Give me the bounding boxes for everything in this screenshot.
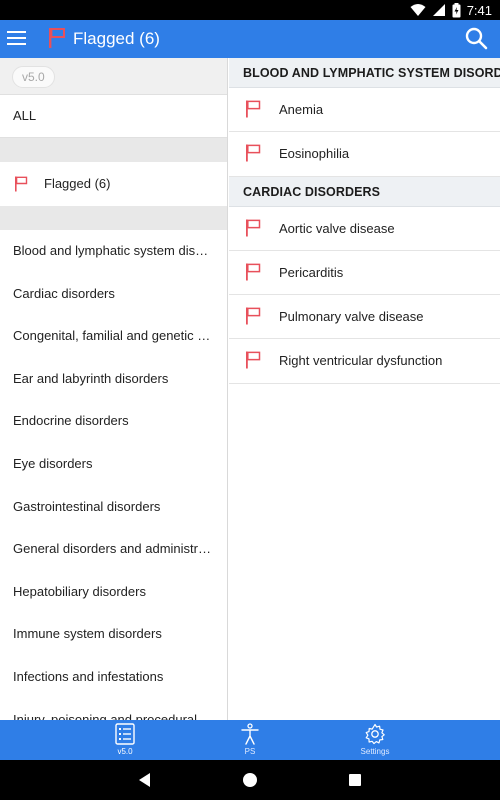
list-item-label: Right ventricular dysfunction — [279, 353, 443, 369]
list-item-label: Eosinophilia — [279, 146, 350, 162]
gear-icon — [365, 723, 385, 745]
back-icon[interactable] — [135, 770, 155, 790]
list-item-label: Pericarditis — [279, 264, 344, 280]
list-item[interactable]: Right ventricular dysfunction — [229, 339, 500, 384]
tab-v5[interactable]: v5.0 — [95, 720, 155, 760]
status-time: 7:41 — [466, 2, 492, 18]
status-icons: 7:41 — [410, 2, 492, 18]
app-bar: Flagged (6) — [0, 20, 500, 58]
list-icon — [115, 723, 135, 745]
person-icon — [241, 723, 259, 745]
flag-icon[interactable] — [245, 351, 261, 369]
signal-icon — [432, 4, 445, 16]
list-item[interactable]: Aortic valve disease — [229, 207, 500, 251]
category-list: Blood and lymphatic system disorders Car… — [0, 230, 227, 720]
tab-label: Settings — [360, 747, 390, 756]
sidebar-item-category[interactable]: Injury, poisoning and procedural complic… — [0, 699, 227, 720]
list-item[interactable]: Pulmonary valve disease — [229, 295, 500, 340]
sidebar-item-category[interactable]: General disorders and administration sit… — [0, 528, 227, 571]
sidebar-item-category[interactable]: Endocrine disorders — [0, 400, 227, 443]
system-navigation-bar — [0, 760, 500, 800]
search-icon[interactable] — [464, 26, 488, 50]
page-title: Flagged (6) — [73, 29, 160, 48]
sidebar-item-all[interactable]: ALL — [0, 94, 227, 138]
sidebar-item-flagged[interactable]: Flagged (6) — [0, 162, 227, 206]
list-item[interactable]: Anemia — [229, 88, 500, 133]
status-bar: 7:41 — [0, 0, 500, 20]
sidebar-item-category[interactable]: Congenital, familial and genetic disorde… — [0, 315, 227, 358]
list-item-label: Pulmonary valve disease — [279, 309, 424, 325]
app-root: 7:41 Flagged (6) v5.0 ALL Flagged (6) Bl… — [0, 0, 500, 800]
category-sidebar: v5.0 ALL Flagged (6) Blood and lymphatic… — [0, 58, 228, 720]
list-item[interactable]: Eosinophilia — [229, 132, 500, 177]
sidebar-item-category[interactable]: Blood and lymphatic system disorders — [0, 230, 227, 273]
sidebar-item-category[interactable]: Eye disorders — [0, 443, 227, 486]
flag-icon[interactable] — [245, 144, 261, 162]
version-chip[interactable]: v5.0 — [12, 66, 55, 88]
sidebar-item-category[interactable]: Cardiac disorders — [0, 273, 227, 316]
wifi-icon — [410, 4, 426, 16]
list-item-label: Aortic valve disease — [279, 220, 395, 236]
sidebar-item-category[interactable]: Infections and infestations — [0, 656, 227, 699]
recents-icon[interactable] — [345, 770, 365, 790]
tab-label: v5.0 — [117, 747, 133, 756]
section-divider — [0, 138, 227, 162]
flag-icon[interactable] — [245, 263, 261, 281]
sidebar-item-category[interactable]: Ear and labyrinth disorders — [0, 358, 227, 401]
section-header: CARDIAC DISORDERS — [229, 176, 500, 207]
tab-label: PS — [244, 747, 256, 756]
version-row: v5.0 — [0, 58, 227, 94]
tab-ps[interactable]: PS — [220, 720, 280, 760]
list-item[interactable]: Pericarditis — [229, 251, 500, 296]
sidebar-item-category[interactable]: Gastrointestinal disorders — [0, 486, 227, 529]
flag-icon — [49, 28, 65, 48]
sidebar-item-category[interactable]: Hepatobiliary disorders — [0, 571, 227, 614]
tab-settings[interactable]: Settings — [345, 720, 405, 760]
sidebar-item-label: Flagged (6) — [44, 176, 111, 191]
flag-icon[interactable] — [245, 100, 261, 118]
bottom-navigation: v5.0 PS Settings — [0, 720, 500, 760]
flag-icon — [15, 176, 28, 192]
home-icon[interactable] — [240, 770, 260, 790]
hamburger-menu-icon[interactable] — [7, 29, 27, 47]
flagged-list-pane: BLOOD AND LYMPHATIC SYSTEM DISORDERS Ane… — [229, 58, 500, 720]
list-item-label: Anemia — [279, 102, 324, 117]
section-divider — [0, 206, 227, 230]
section-header: BLOOD AND LYMPHATIC SYSTEM DISORDERS — [229, 58, 500, 88]
flag-icon[interactable] — [245, 307, 261, 325]
sidebar-item-category[interactable]: Immune system disorders — [0, 613, 227, 656]
battery-icon — [452, 2, 461, 17]
flag-icon[interactable] — [245, 219, 261, 237]
